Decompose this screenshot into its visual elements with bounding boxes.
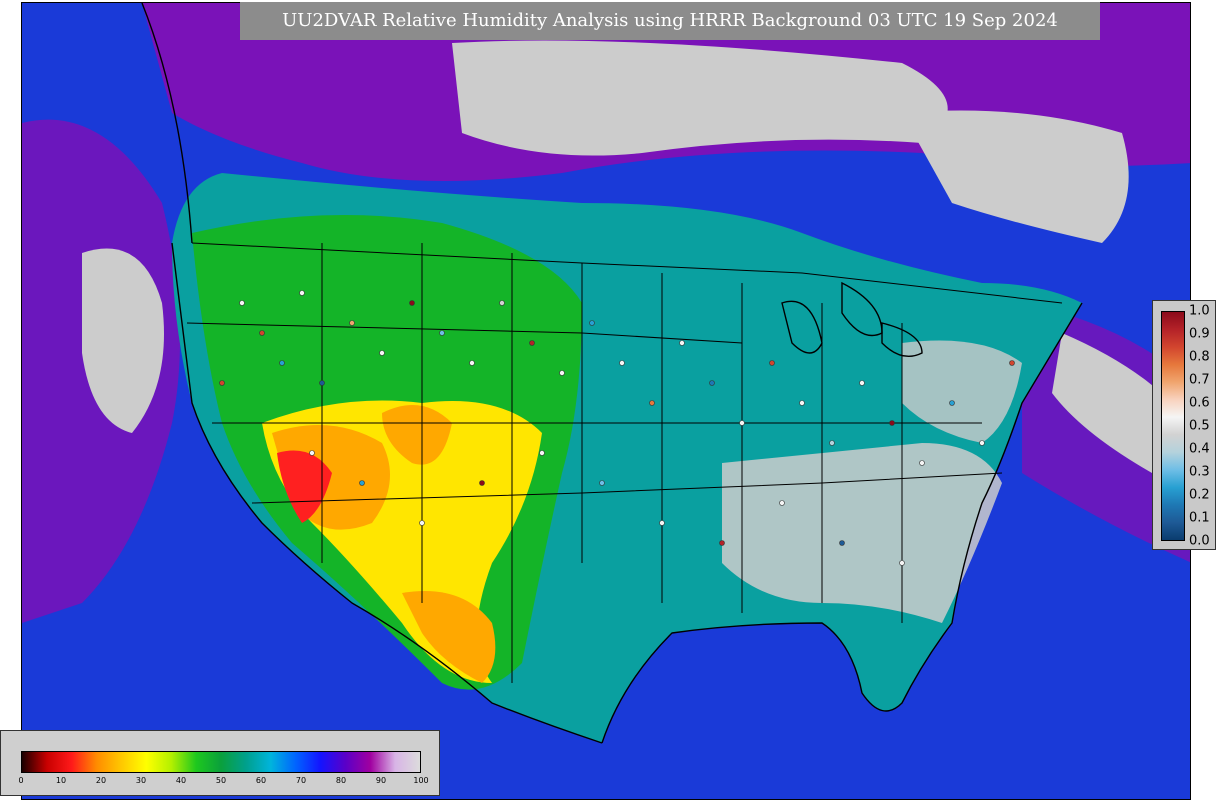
map-canvas[interactable] xyxy=(22,3,1191,800)
obs-tick-label: 0.0 xyxy=(1189,533,1210,549)
rh-tick-label: 20 xyxy=(95,776,107,785)
obs-tick-label: 0.7 xyxy=(1189,372,1210,388)
obs-colorbar-legend: 1.0 0.9 0.8 0.7 0.6 0.5 0.4 0.3 0.2 0.1 0.0 xyxy=(1152,300,1216,550)
rh-tick-label: 70 xyxy=(295,776,307,785)
rh-colorbar-legend: 0 10 20 30 40 50 60 70 80 90 100 xyxy=(0,730,440,796)
obs-tick-label: 0.4 xyxy=(1189,441,1210,457)
obs-tick-label: 0.6 xyxy=(1189,395,1210,411)
rh-tick-label: 60 xyxy=(255,776,267,785)
rh-tick-label: 10 xyxy=(55,776,67,785)
obs-tick-label: 0.3 xyxy=(1189,464,1210,480)
obs-tick-label: 0.8 xyxy=(1189,349,1210,365)
rh-tick-label: 40 xyxy=(175,776,187,785)
map-frame[interactable] xyxy=(21,2,1191,800)
obs-tick-label: 0.2 xyxy=(1189,487,1210,503)
map-title: UU2DVAR Relative Humidity Analysis using… xyxy=(240,2,1100,40)
obs-tick-label: 0.5 xyxy=(1189,418,1210,434)
rh-colorbar xyxy=(21,751,421,773)
rh-tick-label: 30 xyxy=(135,776,147,785)
obs-tick-label: 0.1 xyxy=(1189,510,1210,526)
obs-tick-label: 1.0 xyxy=(1189,303,1210,319)
rh-tick-label: 50 xyxy=(215,776,227,785)
obs-tick-label: 0.9 xyxy=(1189,326,1210,342)
rh-tick-label: 90 xyxy=(375,776,387,785)
rh-tick-label: 80 xyxy=(335,776,347,785)
rh-tick-label: 100 xyxy=(413,776,429,785)
rh-tick-label: 0 xyxy=(18,776,24,785)
obs-colorbar xyxy=(1161,311,1185,541)
